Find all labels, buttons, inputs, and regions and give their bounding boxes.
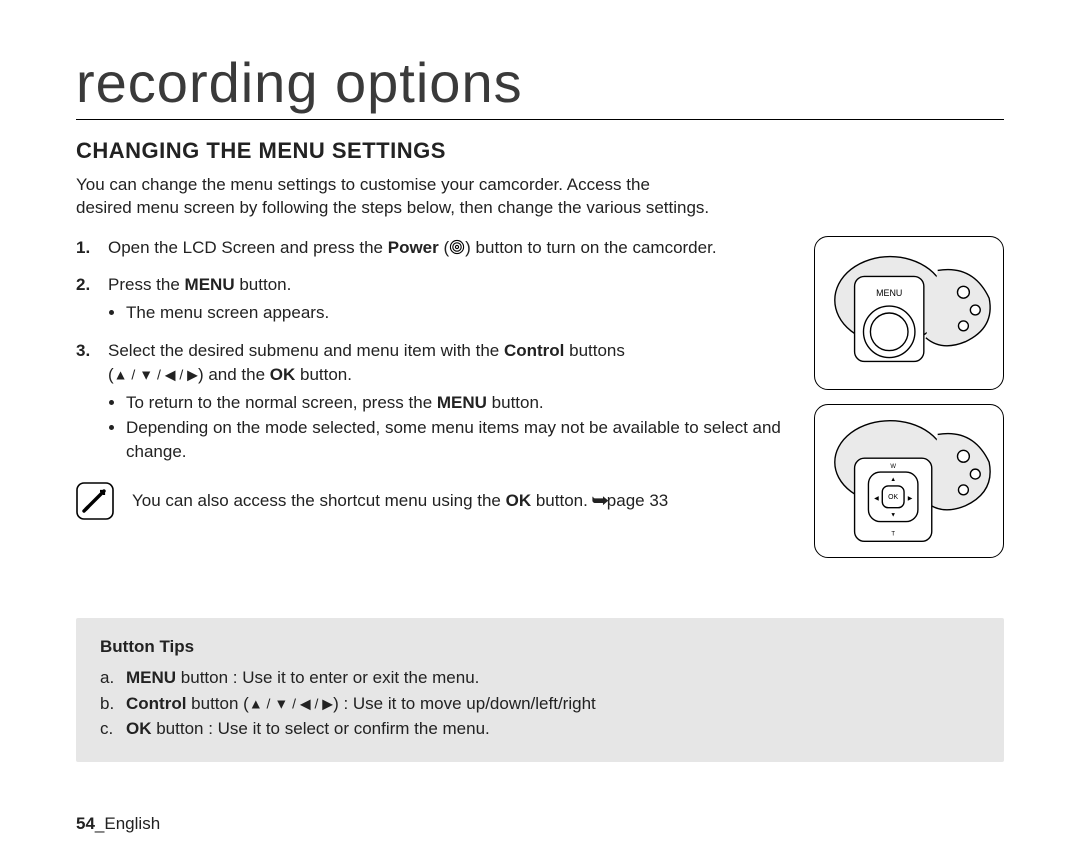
step3-l2-post: button.: [295, 365, 352, 384]
tip-c-bold: OK: [126, 719, 152, 738]
chapter-title: recording options: [76, 54, 1004, 120]
note-bold: OK: [506, 491, 532, 510]
note-pageref: page 33: [607, 491, 668, 510]
tip-b-mid: button (: [186, 694, 248, 713]
tip-b: b. Control button (▲ / ▼ / ◀ / ▶) : Use …: [100, 691, 980, 717]
step2-pre: Press the: [108, 275, 185, 294]
page-number: 54: [76, 814, 95, 833]
figure-ok-control: W T OK ▲ ▼ ◀ ▶: [814, 404, 1004, 558]
intro-text: You can change the menu settings to cust…: [76, 174, 976, 220]
step1-pre: Open the LCD Screen and press the: [108, 238, 388, 257]
intro-line-1: You can change the menu settings to cust…: [76, 175, 650, 194]
svg-text:◀: ◀: [874, 495, 879, 501]
page-sep: _: [95, 814, 104, 833]
figures-column: MENU W T OK: [814, 236, 1004, 558]
page-language: English: [104, 814, 160, 833]
step3-l2-bold: OK: [270, 365, 296, 384]
tip-a-letter: a.: [100, 665, 114, 691]
svg-text:▲: ▲: [890, 477, 896, 483]
note: You can also access the shortcut menu us…: [76, 482, 794, 520]
svg-text:▶: ▶: [908, 495, 913, 501]
step3-bold: Control: [504, 341, 564, 360]
svg-text:W: W: [890, 464, 896, 470]
step-3: Select the desired submenu and menu item…: [76, 339, 794, 464]
intro-line-2: desired menu screen by following the ste…: [76, 198, 709, 217]
manual-page: recording options CHANGING THE MENU SETT…: [0, 0, 1080, 868]
step2-bold: MENU: [185, 275, 235, 294]
tip-c-text: button : Use it to select or confirm the…: [152, 719, 490, 738]
step2-post: button.: [239, 275, 291, 294]
fig-menu-label: MENU: [876, 288, 902, 298]
step-1: Open the LCD Screen and press the Power …: [76, 236, 794, 260]
steps: Open the LCD Screen and press the Power …: [76, 236, 794, 520]
step3-sub1-post: button.: [487, 393, 544, 412]
tip-b-direction-icons: ▲ / ▼ / ◀ / ▶: [249, 695, 333, 711]
step3-sub1-bold: MENU: [437, 393, 487, 412]
page-footer: 54_English: [76, 814, 160, 834]
step1-post: ) button to turn on the camcorder.: [465, 238, 716, 257]
step3-direction-icons: ▲ / ▼ / ◀ / ▶: [114, 366, 198, 382]
svg-text:▼: ▼: [890, 512, 896, 518]
step1-bold: Power: [388, 238, 439, 257]
step3-sub1: To return to the normal screen, press th…: [126, 391, 794, 415]
note-post: button.: [531, 491, 592, 510]
camcorder-menu-illustration: MENU: [815, 236, 1003, 390]
button-tips-box: Button Tips a. MENU button : Use it to e…: [76, 618, 1004, 762]
power-icon: [449, 239, 465, 255]
fig-ok-label: OK: [888, 493, 898, 500]
note-icon: [76, 482, 114, 520]
step3-l2-mid: ) and the: [198, 365, 270, 384]
step3-pre: Select the desired submenu and menu item…: [108, 341, 504, 360]
tip-a-text: button : Use it to enter or exit the men…: [176, 668, 479, 687]
section-title: CHANGING THE MENU SETTINGS: [76, 138, 1004, 164]
tip-c-letter: c.: [100, 716, 113, 742]
tip-b-bold: Control: [126, 694, 186, 713]
step2-sub1: The menu screen appears.: [126, 301, 794, 325]
tip-c: c. OK button : Use it to select or confi…: [100, 716, 980, 742]
step3-sub1-pre: To return to the normal screen, press th…: [126, 393, 437, 412]
figure-menu-button: MENU: [814, 236, 1004, 390]
tip-a-bold: MENU: [126, 668, 176, 687]
note-pre: You can also access the shortcut menu us…: [132, 491, 506, 510]
page-ref-arrow-icon: ➥: [591, 489, 608, 513]
tip-b-letter: b.: [100, 691, 114, 717]
note-text: You can also access the shortcut menu us…: [132, 489, 668, 513]
body-row: Open the LCD Screen and press the Power …: [76, 236, 1004, 558]
step3-sub2: Depending on the mode selected, some men…: [126, 416, 794, 464]
camcorder-ok-illustration: W T OK ▲ ▼ ◀ ▶: [815, 404, 1003, 558]
svg-text:T: T: [891, 531, 895, 537]
tips-title: Button Tips: [100, 634, 980, 660]
step-2: Press the MENU button. The menu screen a…: [76, 273, 794, 325]
step3-post: buttons: [569, 341, 625, 360]
tip-b-post: ) : Use it to move up/down/left/right: [333, 694, 596, 713]
tip-a: a. MENU button : Use it to enter or exit…: [100, 665, 980, 691]
